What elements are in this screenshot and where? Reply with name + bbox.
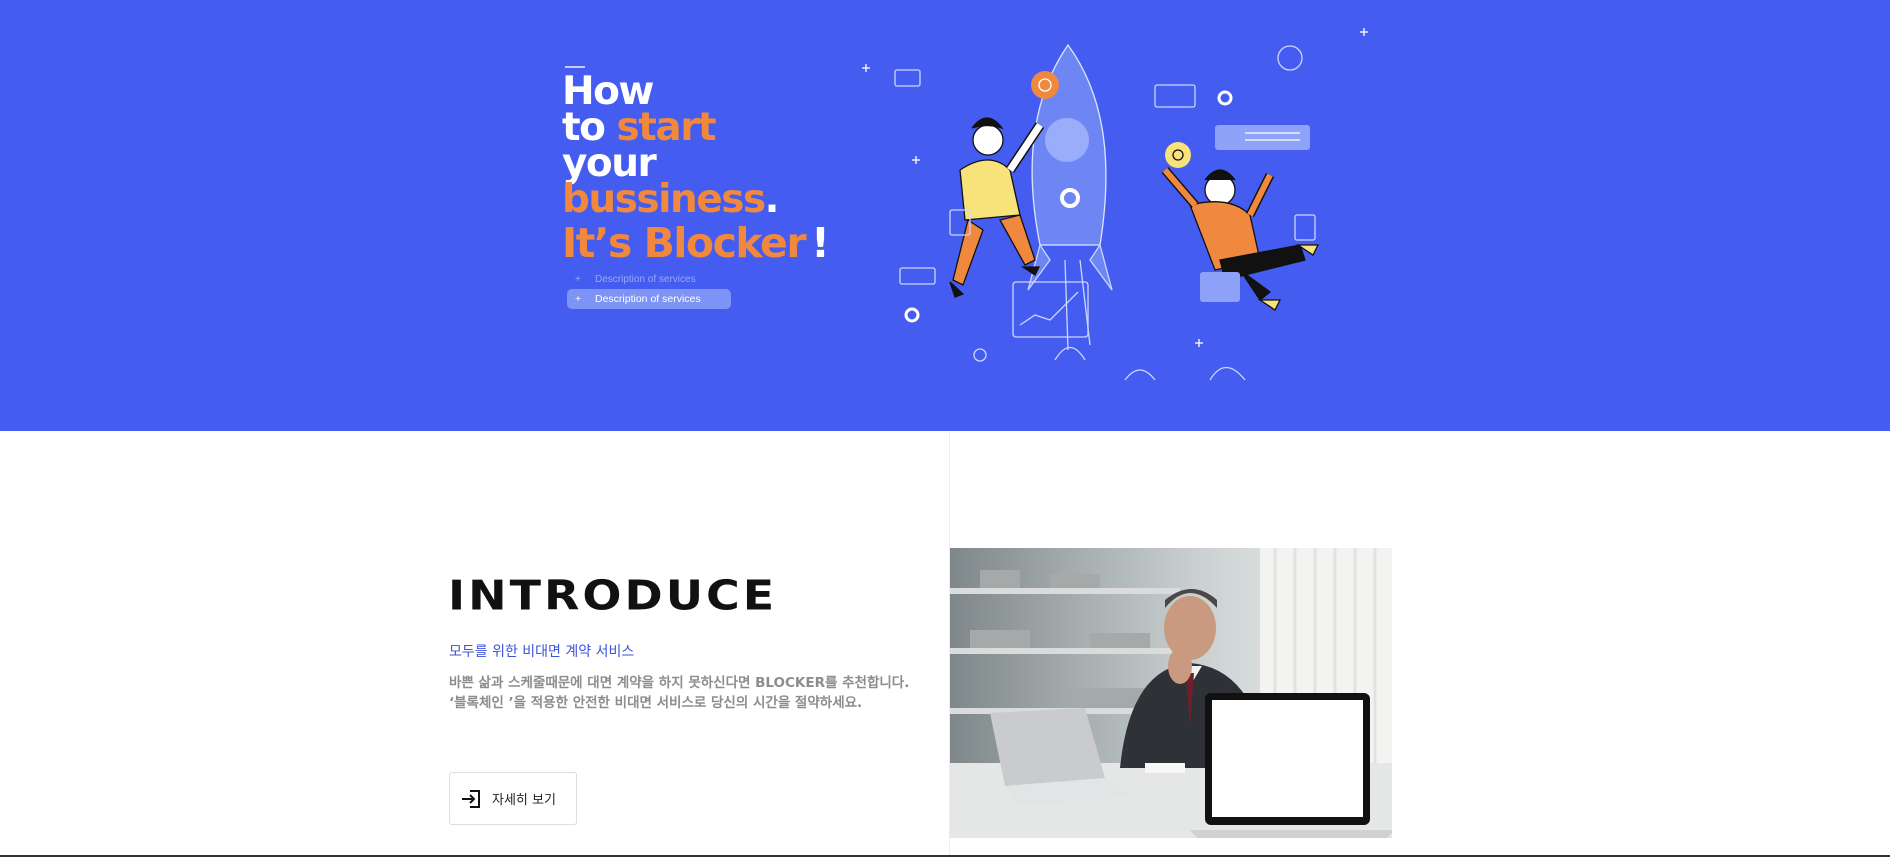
service-item-active[interactable]: + Description of services: [567, 289, 731, 309]
hero-headline: How to start your bussiness. It’s Blocke…: [562, 72, 830, 267]
more-details-button[interactable]: 자세히 보기: [449, 772, 577, 825]
service-label: Description of services: [595, 274, 696, 285]
plus-icon: +: [575, 293, 582, 305]
introduce-title: INTRODUCE: [448, 570, 778, 620]
more-details-label: 자세히 보기: [492, 793, 556, 808]
hero-accent-dash: [565, 66, 585, 68]
service-label: Description of services: [595, 293, 701, 305]
chart-icon: [1012, 281, 1089, 338]
headline-highlight: bussiness: [562, 177, 766, 222]
hero-banner: How to start your bussiness. It’s Blocke…: [0, 0, 1890, 431]
login-arrow-icon: [462, 789, 480, 808]
headline-exclamation: !: [811, 219, 830, 267]
headline-line-4: bussiness.: [562, 180, 828, 219]
rocket-team-illustration: [862, 28, 1368, 381]
businessman-laptop-photo: [950, 548, 1392, 838]
service-item-inactive[interactable]: + Description of services: [567, 272, 731, 288]
introduce-subtitle: 모두를 위한 비대면 계약 서비스: [449, 644, 635, 660]
gear-icon: [1217, 90, 1233, 106]
headline-brand: It’s Blocker: [562, 219, 807, 267]
headline-line-5: It’s Blocker!: [562, 219, 830, 267]
chat-bubble-icon: [1215, 125, 1310, 150]
introduce-description: 바쁜 삶과 스케줄때문에 대면 계약을 하지 못하신다면 BLOCKER를 추천…: [449, 675, 910, 711]
introduce-section: [0, 431, 1890, 857]
plus-icon: +: [575, 274, 581, 285]
headline-text: .: [764, 177, 780, 222]
gear-icon: [904, 307, 920, 323]
magnifier-icon: [973, 348, 987, 362]
